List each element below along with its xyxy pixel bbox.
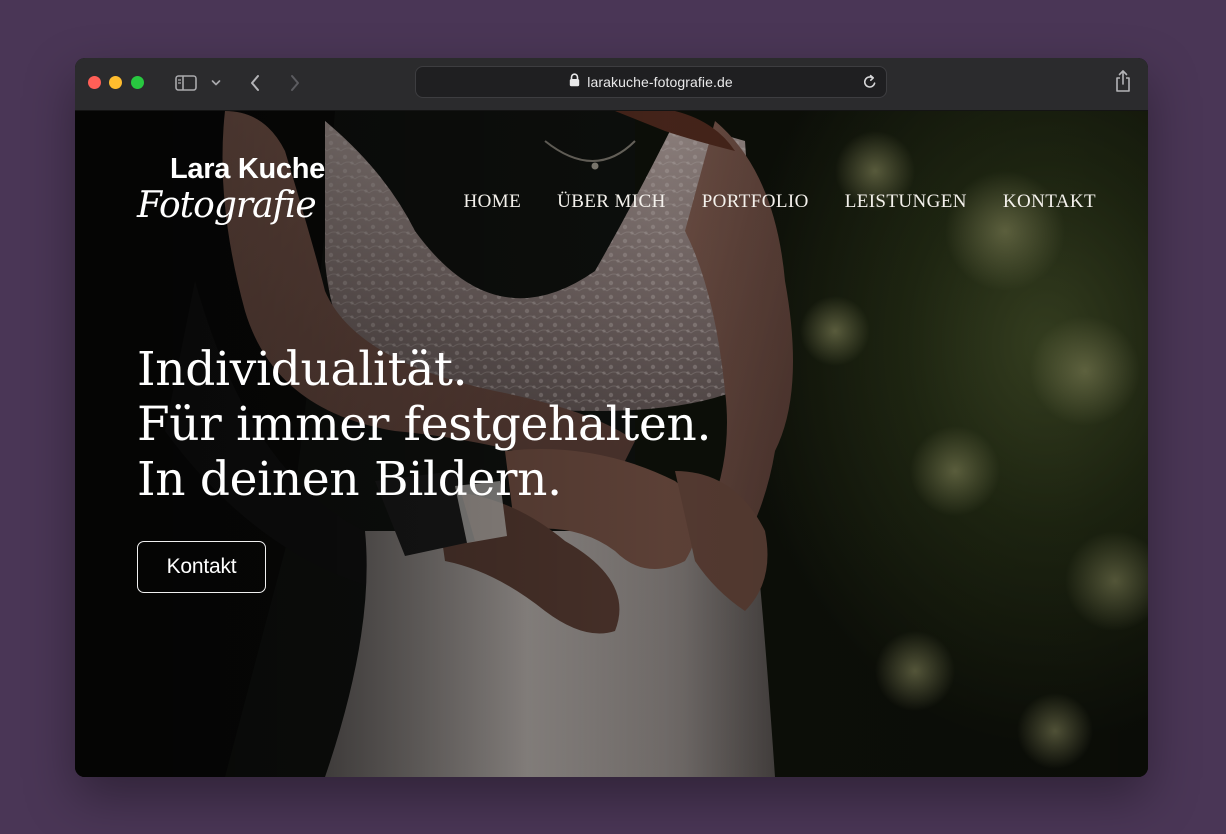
hero-headline: Individualität. Für immer festgehalten. … xyxy=(137,342,711,507)
zoom-window-button[interactable] xyxy=(131,76,144,89)
reload-icon[interactable] xyxy=(861,73,879,91)
browser-window: larakuche-fotografie.de Lara Kuche Fotog… xyxy=(75,58,1148,777)
url-display: larakuche-fotografie.de xyxy=(416,67,886,97)
nav-link-services[interactable]: LEISTUNGEN xyxy=(845,191,967,213)
nav-link-about[interactable]: ÜBER MICH xyxy=(557,191,666,213)
chevron-down-icon[interactable] xyxy=(209,71,223,95)
logo-name: Lara Kuche xyxy=(170,153,325,185)
browser-toolbar: larakuche-fotografie.de xyxy=(75,58,1148,111)
page-viewport: Lara Kuche Fotografie HOME ÜBER MICH POR… xyxy=(75,111,1148,777)
hero-headline-line-3: In deinen Bildern. xyxy=(137,452,562,507)
nav-link-home[interactable]: HOME xyxy=(464,191,522,213)
minimize-window-button[interactable] xyxy=(109,76,122,89)
share-icon[interactable] xyxy=(1112,69,1134,93)
contact-button[interactable]: Kontakt xyxy=(137,541,266,593)
main-navigation: HOME ÜBER MICH PORTFOLIO LEISTUNGEN KONT… xyxy=(464,191,1096,213)
logo-script: Fotografie xyxy=(137,185,317,226)
hero-headline-line-1: Individualität. xyxy=(137,342,468,397)
url-text: larakuche-fotografie.de xyxy=(587,74,733,90)
chevron-left-icon[interactable] xyxy=(245,71,265,95)
site-logo[interactable]: Lara Kuche Fotografie xyxy=(137,151,357,251)
hero-headline-line-2: Für immer festgehalten. xyxy=(137,397,712,452)
close-window-button[interactable] xyxy=(88,76,101,89)
nav-link-contact[interactable]: KONTAKT xyxy=(1003,191,1096,213)
address-bar[interactable]: larakuche-fotografie.de xyxy=(415,66,887,98)
lock-icon xyxy=(569,72,580,92)
nav-link-portfolio[interactable]: PORTFOLIO xyxy=(702,191,809,213)
chevron-right-icon[interactable] xyxy=(285,71,305,95)
sidebar-icon[interactable] xyxy=(174,71,198,95)
